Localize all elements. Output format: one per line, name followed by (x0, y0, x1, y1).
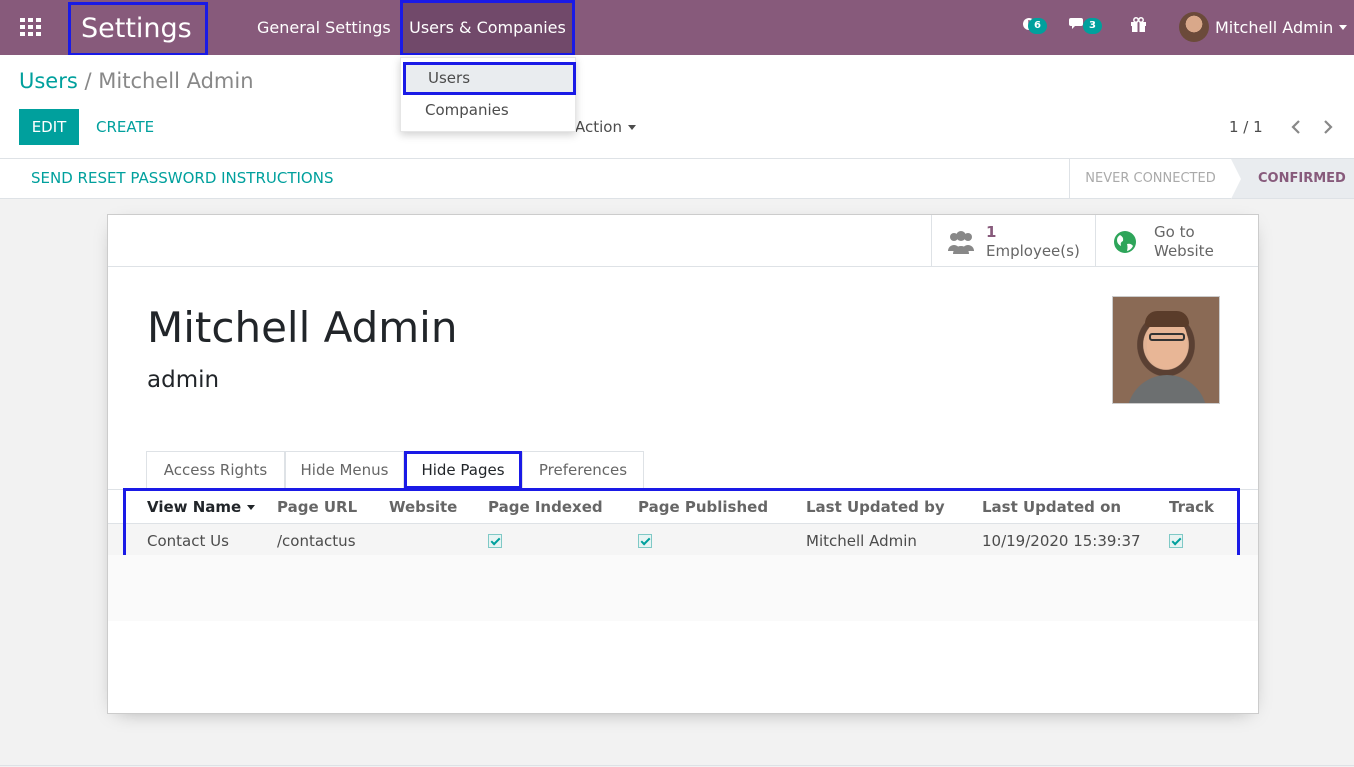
top-navbar: Settings General Settings Users & Compan… (0, 0, 1354, 56)
column-page-published[interactable]: Page Published (638, 490, 768, 524)
photo-hair (1145, 311, 1189, 327)
go-to-website-button[interactable]: Go to Website (1095, 215, 1258, 267)
employees-label: Employee(s) (986, 242, 1080, 260)
checkbox-track (1169, 534, 1183, 548)
cell-last-updated-by: Mitchell Admin (806, 532, 917, 550)
photo-glasses (1149, 333, 1185, 341)
menu-users-companies[interactable]: Users & Companies (400, 0, 575, 56)
breadcrumb-separator: / (84, 69, 92, 93)
apps-menu-icon[interactable] (20, 18, 41, 36)
website-label-line1: Go to (1154, 223, 1195, 241)
user-name-title[interactable]: Mitchell Admin (147, 303, 457, 352)
column-last-updated-on[interactable]: Last Updated on (982, 490, 1121, 524)
globe-icon (1114, 231, 1136, 253)
page-bottom-divider (0, 765, 1354, 766)
column-page-url[interactable]: Page URL (277, 490, 357, 524)
form-statusbar: SEND RESET PASSWORD INSTRUCTIONS NEVER C… (0, 158, 1354, 199)
stage-confirmed[interactable]: CONFIRMED (1231, 159, 1354, 198)
tab-hide-menus[interactable]: Hide Menus (285, 451, 404, 489)
activity-count-badge: 6 (1028, 18, 1047, 34)
user-menu-caret-icon[interactable] (1339, 25, 1347, 30)
stage-arrow (1231, 159, 1241, 199)
cell-page-url: /contactus (277, 532, 356, 550)
messaging-button[interactable]: 3 (1069, 14, 1102, 34)
table-row[interactable]: Contact Us /contactus Mitchell Admin 10/… (108, 524, 1258, 558)
smart-button-box: 1 Employee(s) Go to Website (108, 215, 1258, 267)
action-label: Action (575, 118, 622, 136)
column-last-updated-by[interactable]: Last Updated by (806, 490, 945, 524)
employees-stat-text: 1 Employee(s) (986, 223, 1080, 261)
sheet-footer-band (108, 555, 1258, 621)
gift-icon[interactable] (1130, 16, 1147, 33)
users-companies-dropdown: Users Companies (400, 57, 576, 132)
cell-view-name: Contact Us (147, 532, 229, 550)
stage-never-connected[interactable]: NEVER CONNECTED (1069, 159, 1231, 198)
users-icon (948, 231, 974, 254)
checkbox-page-indexed (488, 534, 502, 548)
cell-last-updated-on: 10/19/2020 15:39:37 (982, 532, 1141, 550)
control-panel: Users / Mitchell Admin EDIT CREATE Actio… (0, 55, 1354, 158)
column-page-indexed[interactable]: Page Indexed (488, 490, 603, 524)
user-photo[interactable] (1112, 296, 1220, 404)
dropdown-item-users[interactable]: Users (403, 62, 576, 95)
employees-count: 1 (986, 223, 997, 241)
column-website[interactable]: Website (389, 490, 457, 524)
pager-value[interactable]: 1 / 1 (1229, 109, 1263, 145)
column-view-name[interactable]: View Name (147, 490, 256, 524)
checkbox-page-published (638, 534, 652, 548)
column-track[interactable]: Track (1169, 490, 1214, 524)
message-count-badge: 3 (1083, 18, 1102, 34)
send-reset-password-button[interactable]: SEND RESET PASSWORD INSTRUCTIONS (31, 159, 333, 198)
tab-hide-pages[interactable]: Hide Pages (404, 451, 522, 489)
tab-preferences[interactable]: Preferences (522, 451, 644, 489)
user-avatar[interactable] (1179, 12, 1209, 42)
employees-smart-button[interactable]: 1 Employee(s) (931, 215, 1095, 267)
breadcrumb-current: Mitchell Admin (98, 69, 254, 93)
edit-button[interactable]: EDIT (19, 109, 79, 145)
menu-general-settings[interactable]: General Settings (257, 0, 391, 55)
tab-access-rights[interactable]: Access Rights (146, 451, 285, 489)
create-button[interactable]: CREATE (96, 109, 154, 145)
form-sheet: 1 Employee(s) Go to Website Mitchell Adm… (107, 214, 1259, 714)
website-label-line2: Website (1154, 242, 1214, 260)
activity-button[interactable]: 6 (1022, 14, 1047, 34)
photo-shirt (1127, 375, 1207, 403)
breadcrumb: Users / Mitchell Admin (19, 69, 254, 93)
website-stat-text: Go to Website (1154, 223, 1214, 261)
dropdown-item-companies[interactable]: Companies (401, 95, 577, 125)
app-brand-title[interactable]: Settings (68, 2, 208, 56)
column-view-name-label: View Name (147, 498, 242, 516)
sort-desc-icon (247, 505, 256, 510)
user-login[interactable]: admin (147, 367, 219, 393)
chevron-right-icon[interactable] (1321, 118, 1335, 136)
breadcrumb-users-link[interactable]: Users (19, 69, 78, 93)
action-dropdown[interactable]: Action (575, 109, 636, 145)
user-menu-name[interactable]: Mitchell Admin (1215, 0, 1333, 55)
chevron-left-icon[interactable] (1289, 118, 1303, 136)
table-header: View Name Page URL Website Page Indexed … (108, 490, 1258, 524)
action-caret-icon (627, 125, 636, 130)
